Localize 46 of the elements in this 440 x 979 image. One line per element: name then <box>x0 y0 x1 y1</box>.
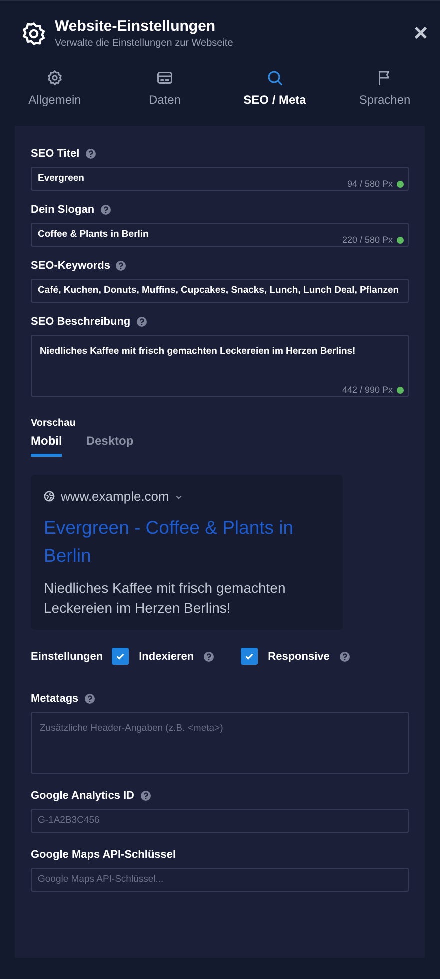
input-field[interactable]: Café, Kuchen, Donuts, Muffins, Cupcakes, Snacks, Lunch, Lunch Deal, Pflanzen <box>31 279 409 303</box>
input-field[interactable]: Coffee & Plants in Berlin 220 / 580 Px <box>31 223 409 247</box>
preview-tab[interactable]: Mobil <box>31 434 62 457</box>
field-label: SEO-Keywords <box>31 260 110 272</box>
settings-label: Einstellungen <box>31 650 104 662</box>
checkbox-label: Responsive <box>268 650 330 662</box>
globe-icon <box>44 491 55 502</box>
preview-tab[interactable]: Desktop <box>86 434 134 457</box>
help-icon[interactable] <box>100 205 111 215</box>
input-field[interactable]: Evergreen 94 / 580 Px <box>31 167 409 191</box>
dialog-title: Website-Einstellungen <box>55 18 217 35</box>
pixel-counter: 442 / 990 Px <box>342 385 393 395</box>
help-icon[interactable] <box>116 261 126 271</box>
tab[interactable]: Sprachen <box>330 65 440 115</box>
field-label: Metatags <box>31 693 79 705</box>
field-label: SEO Titel <box>31 148 80 160</box>
field-label: Google Analytics ID <box>31 790 135 802</box>
checkbox-label: Indexieren <box>139 650 194 662</box>
field-label: Dein Slogan <box>31 204 95 216</box>
field-label: Google Maps API-Schlüssel <box>31 849 176 861</box>
check-icon <box>115 651 126 662</box>
help-icon[interactable] <box>84 694 95 704</box>
pixel-counter: 94 / 580 Px <box>347 179 393 189</box>
search-icon <box>266 69 284 87</box>
checkbox[interactable] <box>112 648 130 665</box>
section-label: Vorschau <box>31 418 77 429</box>
text-area[interactable]: Niedliches Kaffee mit frisch gemachten Leckereien im Herzen Berlins! 442 / 990 Px <box>31 335 409 397</box>
close-button[interactable]: × <box>410 22 432 46</box>
help-icon[interactable] <box>86 149 96 159</box>
field-label: SEO Beschreibung <box>31 316 131 328</box>
help-icon[interactable] <box>140 791 151 801</box>
help-icon[interactable] <box>136 317 147 327</box>
help-icon[interactable] <box>204 652 214 662</box>
card-icon <box>156 69 174 87</box>
tab[interactable]: SEO / Meta <box>220 65 330 115</box>
dialog-subtitle: Verwalte die Einstellungen zur Webseite <box>55 38 234 49</box>
tab[interactable]: Allgemein <box>0 65 110 115</box>
settings-icon <box>21 20 47 46</box>
tab[interactable]: Daten <box>110 65 220 115</box>
result-description: Niedliches Kaffee mit frisch gemachten Leckereien im Herzen Berlins! <box>44 579 287 618</box>
help-icon[interactable] <box>340 652 350 662</box>
result-url: www.example.com <box>61 489 170 504</box>
checkbox[interactable] <box>241 648 258 665</box>
check-icon <box>244 651 256 662</box>
pixel-counter: 220 / 580 Px <box>342 235 393 245</box>
gear-icon <box>46 69 64 87</box>
